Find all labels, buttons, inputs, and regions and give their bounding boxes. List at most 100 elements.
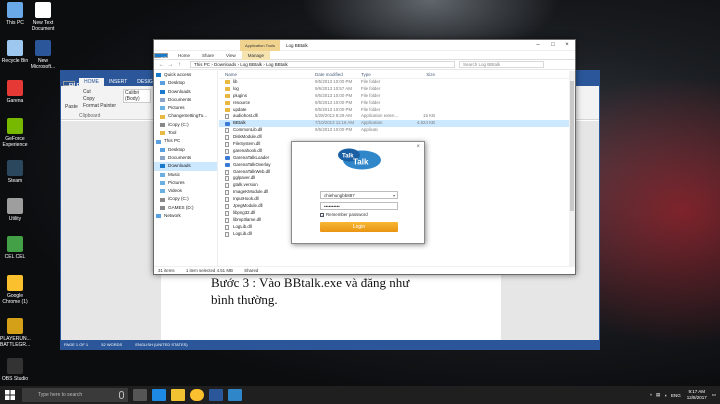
nav-item[interactable]: ChangeSettingTo... — [154, 112, 217, 120]
nav-item[interactable]: Pictures — [154, 104, 217, 112]
desktop-icon[interactable]: Recycle Bin — [0, 40, 30, 64]
nav-item[interactable]: This PC — [154, 137, 217, 145]
scrollbar-thumb[interactable] — [570, 81, 574, 211]
table-row[interactable]: CommonLib.dll 9/5/2013 10:00 PM Applicati — [219, 127, 569, 134]
file-date: 9/5/2013 10:00 PM — [315, 127, 353, 133]
volume-icon[interactable]: ◖ — [664, 393, 667, 398]
table-row[interactable]: log 9/6/2013 10:57 AM File folder — [219, 86, 569, 93]
cut-button[interactable]: Cut — [83, 89, 91, 95]
column-type[interactable]: Type — [361, 71, 409, 78]
close-icon[interactable]: × — [560, 40, 574, 51]
nav-item[interactable]: iCopy (C:) — [154, 121, 217, 129]
nav-item[interactable]: Network — [154, 212, 217, 220]
file-name: GarenaTalkOverlay — [233, 161, 271, 167]
vertical-scrollbar[interactable] — [569, 71, 575, 266]
login-button[interactable]: Login — [320, 222, 398, 232]
file-explorer-taskbar-icon[interactable] — [171, 389, 185, 401]
windows-start-icon[interactable] — [4, 389, 18, 401]
nav-item[interactable]: Desktop — [154, 146, 217, 154]
status-page[interactable]: PAGE 1 OF 1 — [64, 342, 88, 347]
task-view-icon[interactable] — [133, 389, 147, 401]
desktop-icon[interactable]: Garena — [0, 80, 30, 104]
desktop-icon[interactable]: CEL CEL — [0, 236, 30, 260]
nav-item[interactable]: Documents — [154, 96, 217, 104]
minimize-icon[interactable]: – — [531, 40, 545, 51]
desktop-icon[interactable]: Steam — [0, 160, 30, 184]
language-indicator[interactable]: ENG — [671, 393, 681, 398]
desktop-icon[interactable]: Google Chrome (1) — [0, 275, 30, 305]
format-painter-button[interactable]: Format Painter — [83, 103, 116, 109]
address-path[interactable]: This PC › Downloads › Log BBtalk › Log B… — [190, 61, 455, 68]
table-row[interactable]: resource 9/5/2013 10:00 PM File folder — [219, 100, 569, 107]
nav-item[interactable]: GAMES (D:) — [154, 204, 217, 212]
nav-item[interactable]: Videos — [154, 187, 217, 195]
file-name-cell: log — [219, 86, 315, 93]
tab-file[interactable]: File — [154, 52, 168, 61]
nav-item-label: Quick access — [164, 72, 192, 77]
nav-item[interactable]: Downloads — [154, 88, 217, 96]
nav-item[interactable]: iCopy (C:) — [154, 195, 217, 203]
column-date[interactable]: Date modified — [315, 71, 361, 78]
desktop-icon[interactable]: New Microsoft... — [28, 40, 58, 70]
microphone-icon[interactable] — [119, 391, 124, 399]
word-taskbar-icon[interactable] — [209, 389, 223, 401]
nav-item-label: Pictures — [168, 105, 185, 111]
nav-item[interactable]: Downloads — [154, 162, 217, 171]
word-tab-home[interactable]: HOME — [79, 78, 104, 86]
desktop-icon[interactable]: PLAYERUN... BATTLEGR... — [0, 318, 31, 348]
font-select[interactable]: Calibri (Body) — [123, 89, 151, 103]
nav-item[interactable]: Quick access — [154, 71, 217, 79]
status-language[interactable]: ENGLISH (UNITED STATES) — [135, 342, 187, 347]
notification-icon[interactable]: ▭ — [712, 392, 716, 398]
edge-icon[interactable] — [152, 389, 166, 401]
desktop-icon[interactable]: OBS Studio — [0, 358, 30, 382]
word-tab-insert[interactable]: INSERT — [104, 78, 132, 86]
back-arrow-icon[interactable]: ← — [157, 62, 166, 68]
nav-item[interactable]: Music — [154, 171, 217, 179]
forward-arrow-icon[interactable]: → — [166, 62, 175, 68]
table-row[interactable]: BBtalk 7/10/2013 11:16 AM Application 4,624… — [219, 120, 569, 128]
checkbox-checked-icon[interactable]: ✓ — [320, 212, 324, 217]
logo-text-bottom: Talk — [353, 158, 369, 167]
nav-item[interactable]: Pictures — [154, 179, 217, 187]
clock[interactable]: 9:17 AM 12/8/2017 — [687, 389, 707, 401]
close-icon[interactable]: × — [416, 144, 420, 150]
search-input[interactable]: Search Log BBtalk — [459, 61, 544, 68]
folder-icon — [225, 94, 230, 99]
nav-item[interactable]: Tool — [154, 129, 217, 137]
tab-home[interactable]: Home — [172, 51, 196, 60]
column-name[interactable]: Name — [219, 71, 315, 78]
up-arrow-icon[interactable]: ↑ — [175, 62, 184, 68]
table-row[interactable]: update 9/5/2013 10:00 PM File folder — [219, 107, 569, 114]
table-row[interactable]: plugins 9/5/2013 10:00 PM File folder — [219, 93, 569, 100]
paste-button[interactable]: Paste — [65, 104, 78, 110]
table-row[interactable]: audiohost.dll 5/28/2013 8:29 AM Applicatio… — [219, 113, 569, 120]
chevron-down-icon[interactable]: ▾ — [393, 192, 395, 199]
file-name-cell: DiskModule.dll — [219, 134, 315, 141]
username-field[interactable]: chiehungbb887 ▾ — [320, 191, 398, 199]
column-size[interactable]: Size — [409, 71, 439, 78]
password-field[interactable]: •••••••••• — [320, 202, 398, 210]
status-words[interactable]: 52 WORDS — [101, 342, 122, 347]
desktop-icon[interactable]: GeForce Experience — [0, 118, 30, 148]
taskbar-search-input[interactable]: Type here to search — [22, 388, 128, 402]
nav-item[interactable]: Desktop — [154, 79, 217, 87]
file-type: File folder — [361, 79, 381, 84]
file-date: 7/10/2013 11:16 AM — [315, 120, 354, 126]
network-icon[interactable]: ▤ — [656, 392, 660, 398]
talktalk-taskbar-icon[interactable] — [228, 389, 242, 401]
nav-item[interactable]: Documents — [154, 154, 217, 162]
desktop-icon[interactable]: Utility — [0, 198, 30, 222]
tab-view[interactable]: View — [220, 51, 242, 60]
remember-password-checkbox[interactable]: ✓ Remember password — [320, 212, 368, 217]
desktop-icon[interactable]: New Text Document — [28, 2, 58, 32]
chevron-up-icon[interactable]: ^ — [650, 393, 652, 398]
maximize-icon[interactable]: □ — [546, 40, 560, 51]
tab-manage[interactable]: Manage — [241, 50, 270, 60]
table-row[interactable]: lib 9/5/2013 10:00 PM File folder — [219, 79, 569, 86]
table-row[interactable]: DiskModule.dll — [219, 134, 569, 141]
copy-button[interactable]: Copy — [83, 96, 95, 102]
chrome-taskbar-icon[interactable] — [190, 389, 204, 401]
desktop-icon[interactable]: This PC — [0, 2, 30, 26]
tab-share[interactable]: Share — [196, 51, 220, 60]
